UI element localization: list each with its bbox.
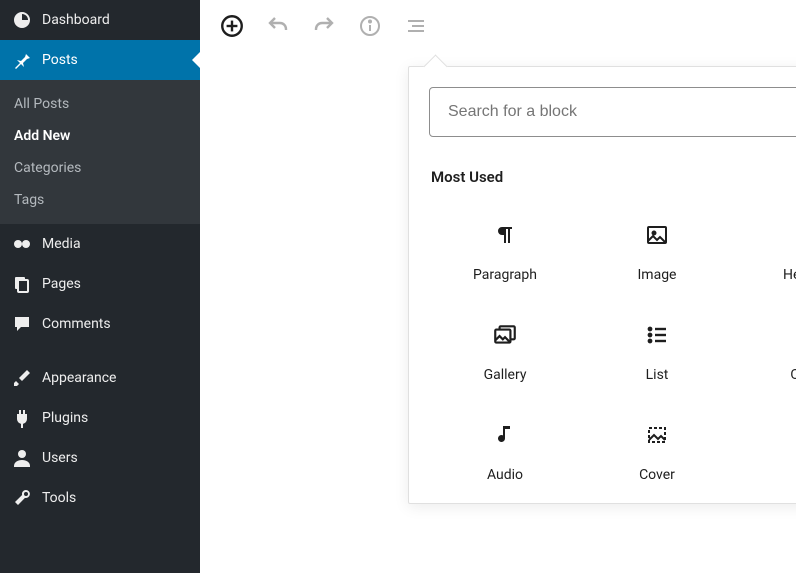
sidebar-label: Users [42,450,78,466]
block-file[interactable]: File [733,421,796,483]
section-title: Most Used [431,168,503,186]
admin-sidebar: Dashboard Posts All Posts Add New Catego… [0,0,200,573]
sidebar-item-dashboard[interactable]: Dashboard [0,0,200,40]
block-label: Gallery [484,367,527,383]
sidebar-item-pages[interactable]: Pages [0,264,200,304]
sidebar-label: Plugins [42,410,88,426]
undo-button[interactable] [264,12,292,40]
submenu-tags[interactable]: Tags [0,184,200,216]
block-label: Image [638,267,677,283]
submenu-add-new[interactable]: Add New [0,120,200,152]
block-label: Audio [487,467,523,483]
image-icon [643,221,671,249]
block-label: Quote [790,367,796,383]
sidebar-item-plugins[interactable]: Plugins [0,398,200,438]
block-list[interactable]: List [581,321,733,383]
media-icon [12,234,32,254]
block-gallery[interactable]: Gallery [429,321,581,383]
pages-icon [12,274,32,294]
sidebar-label: Pages [42,276,81,292]
outline-button[interactable] [402,12,430,40]
sidebar-item-posts[interactable]: Posts [0,40,200,80]
block-heading[interactable]: Heading [733,221,796,283]
paragraph-icon [491,221,519,249]
editor-toolbar [200,0,796,53]
add-block-button[interactable] [218,12,246,40]
dashboard-icon [12,10,32,30]
sidebar-item-media[interactable]: Media [0,224,200,264]
cover-icon [643,421,671,449]
sidebar-item-tools[interactable]: Tools [0,478,200,518]
block-inserter-panel: Most Used Paragraph Image [408,66,796,504]
redo-button[interactable] [310,12,338,40]
audio-icon [491,421,519,449]
submenu-all-posts[interactable]: All Posts [0,88,200,120]
sidebar-label: Tools [42,490,76,506]
section-header-most-used[interactable]: Most Used [429,165,796,193]
block-label: Heading [783,267,796,283]
sidebar-label: Dashboard [42,12,110,28]
block-grid: Paragraph Image Heading [429,221,796,483]
gallery-icon [491,321,519,349]
block-paragraph[interactable]: Paragraph [429,221,581,283]
sidebar-item-appearance[interactable]: Appearance [0,358,200,398]
block-audio[interactable]: Audio [429,421,581,483]
sidebar-label: Appearance [42,370,116,386]
block-label: List [646,367,669,383]
posts-submenu: All Posts Add New Categories Tags [0,80,200,224]
sidebar-label: Posts [42,52,78,68]
block-cover[interactable]: Cover [581,421,733,483]
list-icon [643,321,671,349]
pin-icon [12,50,32,70]
plug-icon [12,408,32,428]
block-image[interactable]: Image [581,221,733,283]
sidebar-label: Media [42,236,81,252]
info-button[interactable] [356,12,384,40]
sidebar-label: Comments [42,316,111,332]
block-label: Cover [639,467,675,483]
sidebar-item-comments[interactable]: Comments [0,304,200,344]
submenu-categories[interactable]: Categories [0,152,200,184]
block-label: Paragraph [473,267,537,283]
block-quote[interactable]: Quote [733,321,796,383]
editor-area: a block Most Used Paragraph [200,0,796,573]
brush-icon [12,368,32,388]
comments-icon [12,314,32,334]
sidebar-item-users[interactable]: Users [0,438,200,478]
user-icon [12,448,32,468]
wrench-icon [12,488,32,508]
block-search-input[interactable] [429,87,796,137]
